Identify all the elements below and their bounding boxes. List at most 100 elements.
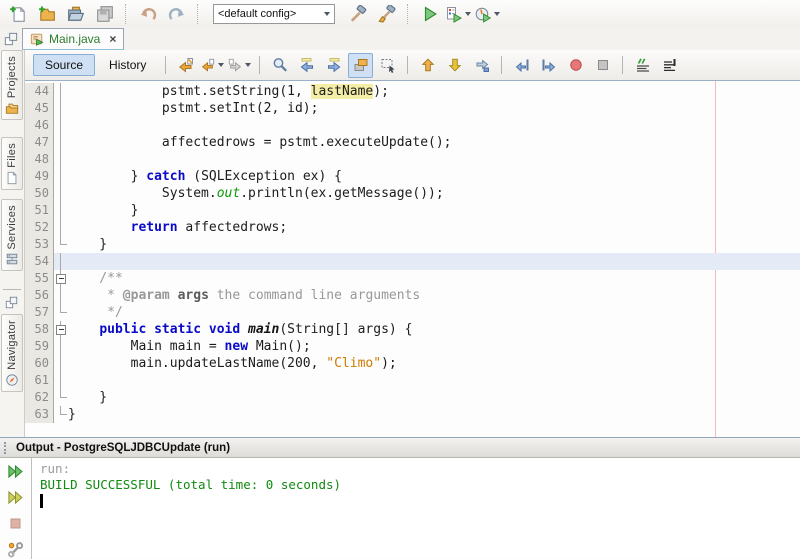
- redo-button[interactable]: [163, 1, 190, 27]
- code-line[interactable]: 47 affectedrows = pstmt.executeUpdate();: [25, 134, 800, 151]
- rerun-button[interactable]: [5, 461, 27, 481]
- code-line[interactable]: 53 }: [25, 236, 800, 253]
- new-file-button[interactable]: [4, 1, 31, 27]
- new-project-button[interactable]: [33, 1, 60, 27]
- previous-occurrence-button[interactable]: [294, 53, 319, 78]
- undo-icon: [139, 5, 157, 23]
- code-line[interactable]: 45 pstmt.setInt(2, id);: [25, 100, 800, 117]
- profile-project-button[interactable]: [474, 1, 501, 27]
- line-number[interactable]: 59: [25, 338, 54, 355]
- code-fold-toggle-icon[interactable]: [56, 274, 66, 284]
- previous-bookmark-button[interactable]: [415, 53, 440, 78]
- line-number[interactable]: 57: [25, 304, 54, 321]
- line-number[interactable]: 49: [25, 168, 54, 185]
- code-line[interactable]: 50 System.out.println(ex.getMessage());: [25, 185, 800, 202]
- view-button-history[interactable]: History: [97, 54, 158, 76]
- code-line[interactable]: 63}: [25, 406, 800, 423]
- code-fold-toggle-icon[interactable]: [56, 325, 66, 335]
- code-line[interactable]: 48: [25, 151, 800, 168]
- comment-button[interactable]: [630, 53, 655, 78]
- code-line[interactable]: 44 pstmt.setString(1, lastName);: [25, 83, 800, 100]
- line-number[interactable]: 52: [25, 219, 54, 236]
- output-title: Output - PostgreSQLJDBCUpdate (run): [16, 442, 230, 454]
- line-number[interactable]: 50: [25, 185, 54, 202]
- undo-button[interactable]: [134, 1, 161, 27]
- close-icon[interactable]: [109, 33, 116, 45]
- line-number[interactable]: 63: [25, 406, 54, 423]
- debug-project-button[interactable]: [445, 1, 472, 27]
- dock-window-icon[interactable]: [5, 296, 19, 310]
- line-number[interactable]: 53: [25, 236, 54, 253]
- code-line[interactable]: 52 return affectedrows;: [25, 219, 800, 236]
- rerun-changes-icon: [7, 489, 24, 506]
- line-number[interactable]: 55: [25, 270, 54, 287]
- uncomment-icon: [662, 57, 678, 73]
- line-number[interactable]: 45: [25, 100, 54, 117]
- line-number[interactable]: 48: [25, 151, 54, 168]
- toggle-bookmark-button[interactable]: [469, 53, 494, 78]
- save-all-button[interactable]: [91, 1, 118, 27]
- toggle-highlight-search-button[interactable]: [348, 53, 373, 78]
- drag-handle-icon[interactable]: [4, 442, 10, 454]
- text-caret: [40, 494, 43, 508]
- rerun-with-different-parameters-button[interactable]: [5, 487, 27, 507]
- code-line[interactable]: 49 } catch (SQLException ex) {: [25, 168, 800, 185]
- find-selection-button[interactable]: [267, 53, 292, 78]
- line-number[interactable]: 60: [25, 355, 54, 372]
- sidebar-tab-projects[interactable]: Projects: [1, 50, 23, 120]
- line-number[interactable]: 62: [25, 389, 54, 406]
- sidebar-tab-services[interactable]: Services: [1, 199, 23, 272]
- line-number[interactable]: 47: [25, 134, 54, 151]
- sidebar-tab-files[interactable]: Files: [1, 137, 23, 190]
- rail-projects-icon: [5, 101, 19, 115]
- open-project-button[interactable]: [62, 1, 89, 27]
- code-line[interactable]: 58 public static void main(String[] args…: [25, 321, 800, 338]
- sidebar-tab-navigator[interactable]: Navigator: [1, 314, 23, 392]
- stop-build-button[interactable]: [5, 513, 27, 533]
- last-edit-location-button[interactable]: [173, 53, 198, 78]
- chevron-down-icon: [465, 12, 471, 16]
- code-line[interactable]: 54: [25, 253, 800, 270]
- toggle-rectangular-selection-button[interactable]: [375, 53, 400, 78]
- line-number[interactable]: 46: [25, 117, 54, 134]
- code-line[interactable]: 62 }: [25, 389, 800, 406]
- build-project-button[interactable]: [344, 1, 371, 27]
- next-occurrence-button[interactable]: [321, 53, 346, 78]
- shift-line-left-button[interactable]: [509, 53, 534, 78]
- run-project-button[interactable]: [416, 1, 443, 27]
- code-line[interactable]: 61: [25, 372, 800, 389]
- output-console[interactable]: run:BUILD SUCCESSFUL (total time: 0 seco…: [32, 458, 800, 559]
- find-next-icon: [326, 57, 342, 73]
- code-line[interactable]: 57 */: [25, 304, 800, 321]
- line-number[interactable]: 56: [25, 287, 54, 304]
- code-text: [68, 117, 800, 134]
- chevron-down-icon: [494, 12, 500, 16]
- forward-button[interactable]: [227, 53, 252, 78]
- code-line[interactable]: 55 /**: [25, 270, 800, 287]
- back-button[interactable]: [200, 53, 225, 78]
- fold-margin: [54, 117, 68, 134]
- line-number[interactable]: 58: [25, 321, 54, 338]
- code-line[interactable]: 59 Main main = new Main();: [25, 338, 800, 355]
- uncomment-button[interactable]: [657, 53, 682, 78]
- tab-main-java[interactable]: Main.java: [22, 28, 124, 51]
- next-bookmark-button[interactable]: [442, 53, 467, 78]
- line-number[interactable]: 44: [25, 83, 54, 100]
- view-button-source[interactable]: Source: [33, 54, 95, 76]
- config-combobox[interactable]: <default config>: [213, 4, 335, 24]
- dock-window-icon[interactable]: [4, 32, 18, 46]
- clean-build-project-button[interactable]: [373, 1, 400, 27]
- code-line[interactable]: 56 * @param args the command line argume…: [25, 287, 800, 304]
- code-line[interactable]: 46: [25, 117, 800, 134]
- line-number[interactable]: 51: [25, 202, 54, 219]
- code-line[interactable]: 51 }: [25, 202, 800, 219]
- code-line[interactable]: 60 main.updateLastName(200, "Climo");: [25, 355, 800, 372]
- code-editor[interactable]: 44 pstmt.setString(1, lastName);45 pstmt…: [25, 81, 800, 437]
- ant-settings-button[interactable]: [5, 539, 27, 559]
- shift-line-right-button[interactable]: [536, 53, 561, 78]
- stop-macro-recording-button[interactable]: [590, 53, 615, 78]
- line-number[interactable]: 61: [25, 372, 54, 389]
- chevron-down-icon: [218, 63, 224, 67]
- start-macro-recording-button[interactable]: [563, 53, 588, 78]
- line-number[interactable]: 54: [25, 253, 54, 270]
